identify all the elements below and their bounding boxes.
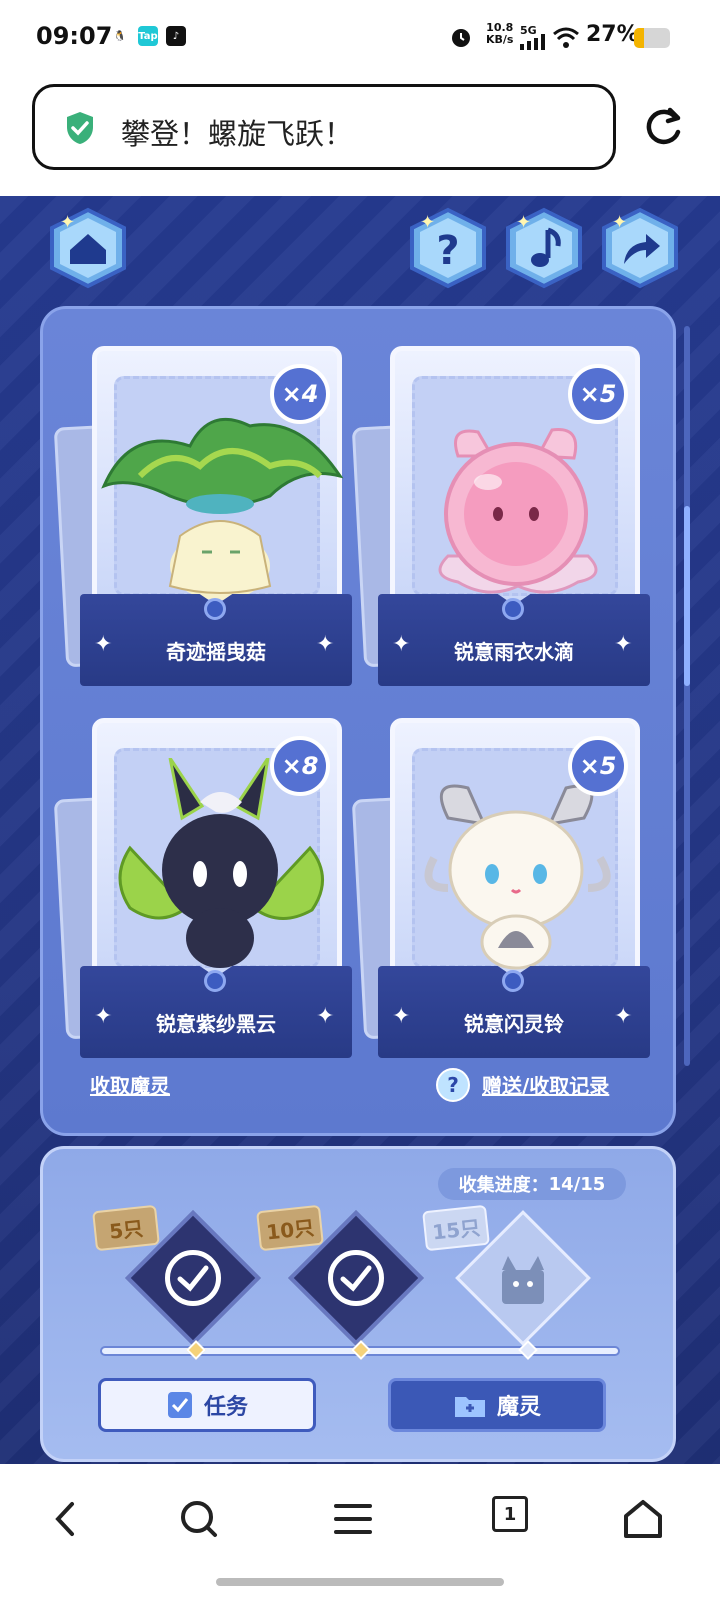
music-note-icon: ✦ (506, 207, 582, 289)
reload-icon[interactable] (640, 104, 686, 150)
share-button[interactable]: ✦ (598, 206, 682, 290)
net-speed: 10.8 KB/s (486, 21, 514, 46)
clock: 09:07 (36, 22, 113, 50)
gesture-home-bar[interactable] (216, 1578, 504, 1586)
taptap-icon: Tap (138, 26, 158, 46)
spirit-name: 锐意雨衣水滴 (454, 640, 574, 664)
question-icon: ? ✦ (410, 207, 486, 289)
help-button[interactable]: ? ✦ (406, 206, 490, 290)
status-bar: 09:07 🐧 Tap ♪ 10.8 KB/s 5G 27% (0, 0, 720, 76)
back-icon[interactable] (42, 1494, 92, 1544)
page-title: 攀登！螺旋飞跃！ (121, 117, 354, 151)
check-icon (165, 1250, 221, 1306)
progress-badge: 收集进度： 14/15 (438, 1168, 626, 1200)
qq-icon: 🐧 (110, 26, 130, 46)
task-button[interactable]: 任务 (98, 1378, 316, 1432)
svg-text:✦: ✦ (420, 212, 435, 233)
share-arrow-icon: ✦ (602, 207, 678, 289)
tab-count: 1 (503, 1503, 517, 1525)
count-badge: ×5 (568, 736, 628, 796)
milestone-tag: 15只 (422, 1204, 490, 1252)
check-icon (328, 1250, 384, 1306)
search-icon[interactable] (174, 1494, 224, 1544)
spirit-card[interactable]: ×5 ✦ ✦ 锐意雨衣水滴 (351, 346, 650, 698)
milestone-tag: 5只 (92, 1204, 160, 1252)
spirit-name: 锐意闪灵铃 (464, 1012, 564, 1036)
spirit-button[interactable]: 魔灵 (388, 1378, 606, 1432)
battery-percent: 27% (586, 22, 639, 47)
collect-spirit-link[interactable]: 收取魔灵 (90, 1070, 170, 1099)
spirit-name: 锐意紫纱黑云 (156, 1012, 276, 1036)
address-bar[interactable]: 攀登！螺旋飞跃！ (32, 84, 616, 170)
signal-icon (520, 34, 545, 50)
shield-check-icon (67, 112, 93, 144)
svg-text:✦: ✦ (612, 212, 627, 233)
scrollbar-thumb[interactable] (684, 506, 690, 686)
svg-text:?: ? (436, 228, 459, 274)
menu-icon[interactable] (328, 1494, 378, 1544)
count-badge: ×4 (270, 364, 330, 424)
music-button[interactable]: ✦ (502, 206, 586, 290)
help-mark-button[interactable]: ? (436, 1068, 470, 1102)
alarm-icon (452, 29, 470, 47)
douyin-icon: ♪ (166, 26, 186, 46)
wifi-icon (553, 27, 579, 48)
tabs-button[interactable]: 1 (492, 1496, 528, 1532)
home-nav-icon[interactable] (618, 1494, 668, 1544)
home-button[interactable]: ✦ (46, 206, 130, 290)
milestone-tag: 10只 (256, 1204, 324, 1252)
home-icon: ✦ (50, 207, 126, 289)
spirit-card[interactable]: ×8 ✦ ✦ 锐意紫纱黑云 (53, 718, 352, 1070)
scrollbar-track[interactable] (684, 326, 690, 1066)
spirit-name: 奇迹摇曳菇 (166, 640, 266, 664)
cat-box-icon (502, 1256, 544, 1304)
count-badge: ×5 (568, 364, 628, 424)
folder-add-icon (454, 1397, 485, 1417)
spirit-card[interactable]: ×5 ✦ ✦ 锐意闪灵铃 (351, 718, 650, 1070)
spirit-card[interactable]: ×4 ✦ ✦ 奇迹摇曳菇 (53, 346, 352, 698)
task-icon (167, 1392, 192, 1418)
svg-text:✦: ✦ (516, 212, 531, 233)
svg-text:✦: ✦ (60, 212, 75, 233)
gift-records-link[interactable]: 赠送/收取记录 (482, 1070, 609, 1099)
count-badge: ×8 (270, 736, 330, 796)
battery-icon (634, 28, 670, 48)
